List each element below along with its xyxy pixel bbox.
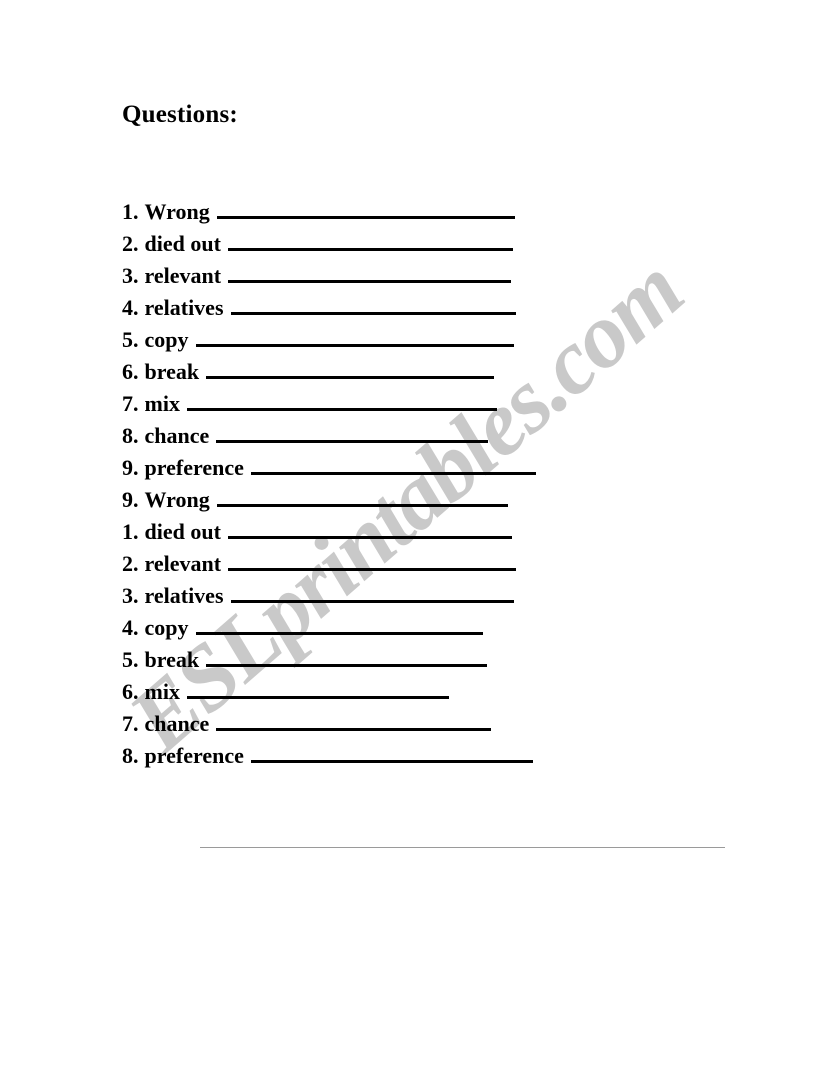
question-row: 8. chance: [122, 420, 762, 452]
answer-blank[interactable]: [186, 389, 497, 411]
question-word: died out: [144, 519, 221, 544]
question-word: preference: [144, 455, 244, 480]
question-number: 4.: [122, 615, 139, 640]
question-row: 3. relevant: [122, 260, 762, 292]
question-word: copy: [144, 615, 189, 640]
answer-blank[interactable]: [230, 581, 514, 603]
worksheet-page: ESLprintables.com Questions: 1. Wrong 2. di…: [0, 0, 838, 1086]
question-number: 5.: [122, 647, 139, 672]
answer-blank[interactable]: [250, 741, 533, 763]
question-number: 1.: [122, 199, 139, 224]
question-word: chance: [144, 711, 210, 736]
question-word: relatives: [144, 583, 224, 608]
answer-blank[interactable]: [206, 645, 488, 667]
question-number: 1.: [122, 519, 139, 544]
answer-blank[interactable]: [216, 709, 492, 731]
question-word: died out: [144, 231, 221, 256]
question-number: 7.: [122, 391, 139, 416]
question-number: 4.: [122, 295, 139, 320]
question-word: relatives: [144, 295, 224, 320]
question-word: mix: [144, 391, 180, 416]
question-word: chance: [144, 423, 210, 448]
question-row: 1. Wrong: [122, 196, 762, 228]
answer-blank[interactable]: [227, 517, 512, 539]
question-row: 2. died out: [122, 228, 762, 260]
answer-blank[interactable]: [206, 357, 495, 379]
question-word: Wrong: [144, 487, 210, 512]
answer-blank[interactable]: [227, 229, 513, 251]
question-row: 9. preference: [122, 452, 762, 484]
footer-divider: [200, 847, 725, 848]
question-number: 6.: [122, 679, 139, 704]
question-row: 6. break: [122, 356, 762, 388]
answer-blank[interactable]: [228, 549, 517, 571]
question-word: copy: [144, 327, 189, 352]
question-number: 3.: [122, 583, 139, 608]
question-number: 6.: [122, 359, 139, 384]
answer-blank[interactable]: [195, 613, 483, 635]
answer-blank[interactable]: [186, 677, 449, 699]
answer-blank[interactable]: [230, 293, 516, 315]
question-word: Wrong: [144, 199, 210, 224]
question-number: 9.: [122, 455, 139, 480]
answer-blank[interactable]: [250, 453, 536, 475]
question-row: 2. relevant: [122, 548, 762, 580]
question-row: 4. copy: [122, 612, 762, 644]
question-word: break: [144, 359, 200, 384]
question-word: relevant: [144, 551, 222, 576]
question-row: 1. died out: [122, 516, 762, 548]
question-word: relevant: [144, 263, 222, 288]
question-number: 8.: [122, 423, 139, 448]
question-number: 5.: [122, 327, 139, 352]
question-row: 7. chance: [122, 708, 762, 740]
question-row: 5. break: [122, 644, 762, 676]
question-number: 2.: [122, 231, 139, 256]
question-row: 7. mix: [122, 388, 762, 420]
answer-blank[interactable]: [216, 421, 489, 443]
question-number: 8.: [122, 743, 139, 768]
question-number: 9.: [122, 487, 139, 512]
question-row: 6. mix: [122, 676, 762, 708]
question-row: 5. copy: [122, 324, 762, 356]
question-number: 7.: [122, 711, 139, 736]
question-number: 2.: [122, 551, 139, 576]
question-list: 1. Wrong 2. died out 3. relevant 4. relatives 5.…: [122, 196, 762, 772]
question-word: break: [144, 647, 200, 672]
question-row: 8. preference: [122, 740, 762, 772]
answer-blank[interactable]: [216, 197, 515, 219]
question-row: 4. relatives: [122, 292, 762, 324]
question-row: 9. Wrong: [122, 484, 762, 516]
answer-blank[interactable]: [216, 485, 508, 507]
question-word: mix: [144, 679, 180, 704]
answer-blank[interactable]: [195, 325, 514, 347]
answer-blank[interactable]: [228, 261, 512, 283]
question-row: 3. relatives: [122, 580, 762, 612]
page-title: Questions:: [122, 101, 238, 128]
question-number: 3.: [122, 263, 139, 288]
question-word: preference: [144, 743, 244, 768]
